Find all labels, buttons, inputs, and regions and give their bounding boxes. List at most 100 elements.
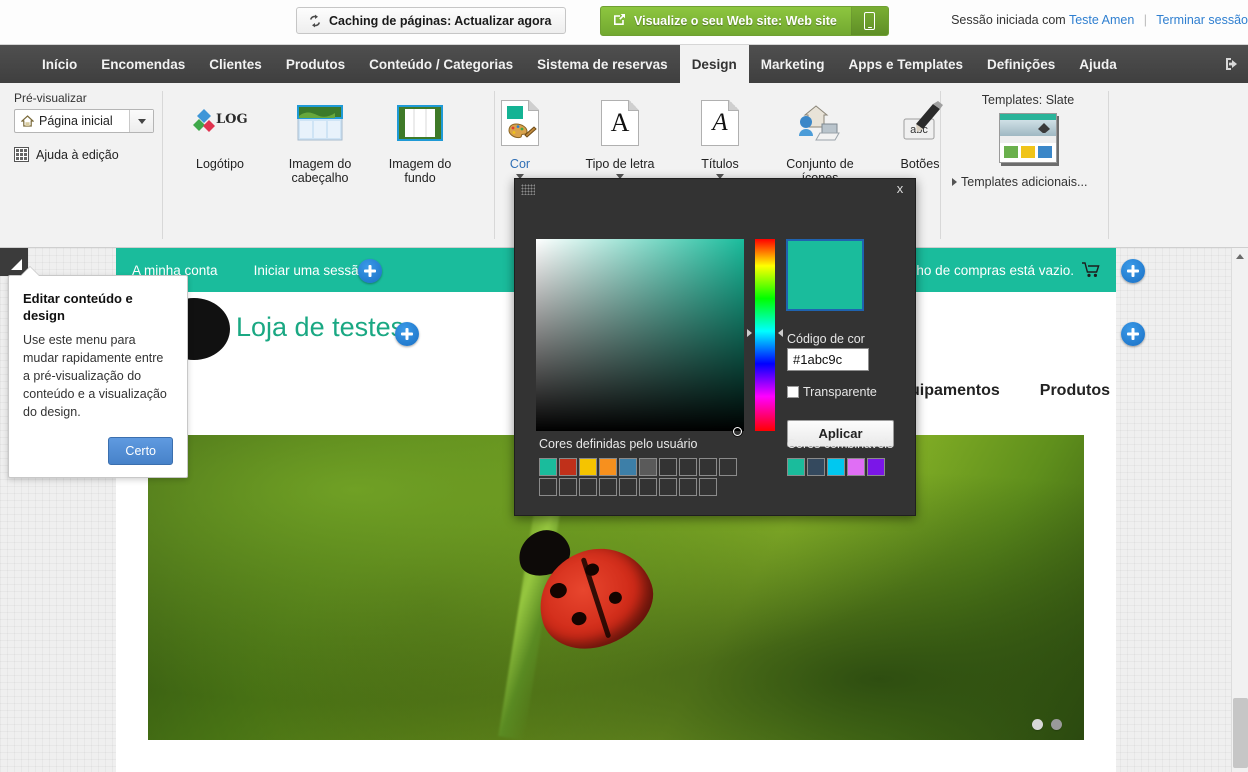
- mobile-preview-button[interactable]: [851, 7, 888, 35]
- nav-item-definicoes[interactable]: Definições: [975, 45, 1067, 83]
- color-code-input[interactable]: [787, 348, 869, 371]
- color-swatch[interactable]: [539, 458, 557, 476]
- color-swatch[interactable]: [679, 458, 697, 476]
- templates-group: Templates: Slate Templates adicionais...: [948, 93, 1108, 189]
- divider: [1108, 91, 1109, 239]
- tool-titulos[interactable]: A Títulos: [670, 91, 770, 179]
- nav-item-conteudo-categorias[interactable]: Conteúdo / Categorias: [357, 45, 525, 83]
- color-swatch[interactable]: [679, 478, 697, 496]
- font-icon: A: [601, 97, 639, 149]
- vertical-scrollbar[interactable]: [1231, 248, 1248, 772]
- preview-page-select[interactable]: Página inicial: [14, 109, 154, 133]
- hue-slider[interactable]: [755, 239, 775, 431]
- chevron-down-icon[interactable]: [129, 110, 153, 132]
- add-section-button-3[interactable]: [395, 322, 419, 346]
- color-swatch[interactable]: [699, 478, 717, 496]
- nav-item-clientes[interactable]: Clientes: [197, 45, 274, 83]
- triangle-right-icon: [952, 178, 957, 186]
- template-thumbnail[interactable]: [999, 113, 1057, 163]
- color-code-label: Código de cor: [787, 332, 865, 346]
- nav-item-encomendas[interactable]: Encomendas: [89, 45, 197, 83]
- tool-label: Tipo de letra: [585, 157, 655, 171]
- color-swatch[interactable]: [807, 458, 825, 476]
- slider-dot-active[interactable]: [1051, 719, 1062, 730]
- transparent-toggle[interactable]: Transparente: [787, 385, 877, 399]
- color-swatch[interactable]: [619, 458, 637, 476]
- view-website-button[interactable]: Visualize o seu Web site: Web site: [600, 6, 889, 36]
- transparent-label: Transparente: [803, 385, 877, 399]
- preview-group: Pré-visualizar Página inicial Ajuda à ed…: [14, 91, 159, 162]
- color-swatch[interactable]: [619, 478, 637, 496]
- tool-imagem-cabecalho[interactable]: Imagem do cabeçalho: [270, 91, 370, 185]
- color-swatch[interactable]: [827, 458, 845, 476]
- nav-item-marketing[interactable]: Marketing: [749, 45, 837, 83]
- popover-body: Use este menu para mudar rapidamente ent…: [23, 333, 167, 419]
- tool-imagem-fundo[interactable]: Imagem do fundo: [370, 91, 470, 185]
- scroll-up-icon[interactable]: [1232, 248, 1248, 265]
- header-image-icon: [292, 97, 348, 149]
- popover-ok-button[interactable]: Certo: [108, 437, 173, 465]
- user-colors-grid: [539, 458, 739, 496]
- color-swatch[interactable]: [559, 458, 577, 476]
- icon-set-icon: [792, 97, 848, 149]
- color-swatch[interactable]: [539, 478, 557, 496]
- site-login-link[interactable]: Iniciar uma sessão: [254, 263, 367, 278]
- add-section-button-2[interactable]: [1121, 259, 1145, 283]
- scrollbar-thumb[interactable]: [1233, 698, 1248, 768]
- nav-item-apps-templates[interactable]: Apps e Templates: [836, 45, 975, 83]
- close-icon[interactable]: x: [892, 181, 908, 197]
- edit-help-button[interactable]: Ajuda à edição: [14, 147, 159, 162]
- additional-templates-link[interactable]: Templates adicionais...: [948, 175, 1108, 189]
- color-swatch[interactable]: [847, 458, 865, 476]
- color-picker-titlebar[interactable]: x: [515, 179, 915, 201]
- color-swatch[interactable]: [867, 458, 885, 476]
- tool-tipo-de-letra[interactable]: A Tipo de letra: [570, 91, 670, 179]
- color-swatch[interactable]: [639, 478, 657, 496]
- main-navigation: Início Encomendas Clientes Produtos Cont…: [0, 45, 1248, 83]
- background-image-icon: [392, 97, 448, 149]
- color-swatch[interactable]: [579, 478, 597, 496]
- color-swatch[interactable]: [659, 478, 677, 496]
- color-swatch[interactable]: [699, 458, 717, 476]
- saturation-value-field[interactable]: [536, 239, 744, 436]
- session-user-link[interactable]: Teste Amen: [1069, 13, 1134, 27]
- top-bar: Caching de páginas: Actualizar agora Vis…: [0, 0, 1248, 45]
- slider-dot[interactable]: [1032, 719, 1043, 730]
- edit-help-label: Ajuda à edição: [36, 147, 119, 162]
- logout-link[interactable]: Terminar sessão: [1156, 13, 1248, 27]
- color-palette-icon: [501, 97, 539, 149]
- color-swatch[interactable]: [659, 458, 677, 476]
- tool-cor[interactable]: Cor: [470, 91, 570, 179]
- add-section-button-4[interactable]: [1121, 322, 1145, 346]
- color-swatch[interactable]: [639, 458, 657, 476]
- color-picker-dialog: x Código de cor Transparente Aplicar Cor…: [514, 178, 916, 516]
- hue-marker-left-icon: [747, 329, 752, 337]
- nav-item-design[interactable]: Design: [679, 45, 749, 83]
- color-swatch[interactable]: [579, 458, 597, 476]
- logout-icon[interactable]: [1222, 54, 1242, 74]
- nav-item-sistema-reservas[interactable]: Sistema de reservas: [525, 45, 680, 83]
- sv-cursor[interactable]: [733, 427, 742, 436]
- drag-handle-icon[interactable]: [521, 184, 535, 195]
- popover-title: Editar conteúdo e design: [23, 291, 133, 323]
- site-nav-item-produtos[interactable]: Produtos: [1040, 382, 1110, 400]
- tool-label: Cor: [509, 157, 531, 171]
- nav-item-produtos[interactable]: Produtos: [274, 45, 357, 83]
- tool-conjunto-icones[interactable]: Conjunto de ícones: [770, 91, 870, 185]
- tool-logotipo[interactable]: LOGO Logótipo: [170, 91, 270, 171]
- tool-label: Títulos: [701, 157, 739, 171]
- slider-dots: [1032, 719, 1062, 730]
- divider: |: [1143, 13, 1148, 27]
- color-swatch[interactable]: [787, 458, 805, 476]
- color-swatch[interactable]: [599, 478, 617, 496]
- add-section-button-1[interactable]: [358, 259, 382, 283]
- color-swatch[interactable]: [599, 458, 617, 476]
- nav-item-inicio[interactable]: Início: [30, 45, 89, 83]
- tool-label: Botões: [900, 157, 940, 171]
- nav-item-ajuda[interactable]: Ajuda: [1067, 45, 1129, 83]
- color-swatch[interactable]: [719, 458, 737, 476]
- cache-refresh-button[interactable]: Caching de páginas: Actualizar agora: [296, 7, 566, 34]
- shopping-cart-icon[interactable]: [1082, 262, 1100, 278]
- checkbox-icon[interactable]: [787, 386, 799, 398]
- color-swatch[interactable]: [559, 478, 577, 496]
